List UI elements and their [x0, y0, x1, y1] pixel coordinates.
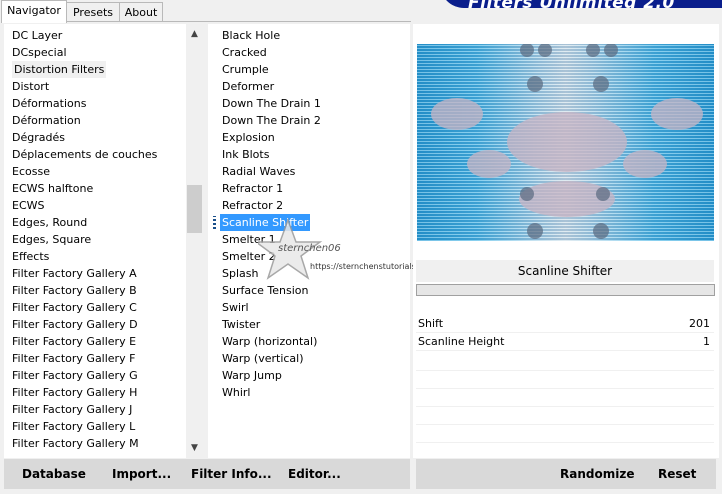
divider — [416, 388, 714, 389]
category-item[interactable]: Déformation — [12, 112, 81, 129]
filter-item[interactable]: Splash — [220, 265, 260, 282]
category-item[interactable]: Filter Factory Gallery B — [12, 282, 137, 299]
filter-item[interactable]: Down The Drain 1 — [220, 95, 323, 112]
category-item[interactable]: Filter Factory Gallery J — [12, 401, 132, 418]
filter-item[interactable]: Twister — [220, 316, 262, 333]
parameter-name: Shift — [418, 317, 444, 330]
category-item[interactable]: Ecosse — [12, 163, 50, 180]
tab-presets[interactable]: Presets — [66, 2, 120, 22]
divider — [416, 406, 714, 407]
category-item[interactable]: Distortion Filters — [12, 61, 107, 78]
filter-item[interactable]: Swirl — [220, 299, 251, 316]
filter-preview-image — [417, 44, 714, 241]
scroll-down-icon[interactable]: ▼ — [186, 440, 203, 457]
filter-item[interactable]: Radial Waves — [220, 163, 297, 180]
import-button[interactable]: Import... — [112, 463, 171, 485]
scroll-up-icon[interactable]: ▲ — [186, 26, 203, 43]
drag-handle-icon — [213, 216, 216, 229]
category-item[interactable]: Effects — [12, 248, 49, 265]
filter-item[interactable]: Warp (vertical) — [220, 350, 306, 367]
category-item[interactable]: DC Layer — [12, 27, 62, 44]
app-title: Filters Unlimited 2.0 — [468, 0, 675, 13]
filter-item[interactable]: Explosion — [220, 129, 277, 146]
editor-button[interactable]: Editor... — [288, 463, 341, 485]
randomize-button[interactable]: Randomize — [560, 463, 634, 485]
database-button[interactable]: Database — [22, 463, 86, 485]
reset-button[interactable]: Reset — [658, 463, 696, 485]
filter-item[interactable]: Deformer — [220, 78, 276, 95]
scrollbar-thumb[interactable] — [187, 185, 202, 233]
category-scrollbar[interactable]: ▲ ▼ — [186, 24, 203, 458]
progress-bar — [416, 284, 715, 296]
filter-item[interactable]: Warp Jump — [220, 367, 284, 384]
tab-navigator[interactable]: Navigator — [1, 0, 67, 23]
category-item[interactable]: Filter Factory Gallery F — [12, 350, 135, 367]
category-item[interactable]: Edges, Square — [12, 231, 91, 248]
category-item[interactable]: Filter Factory Gallery M — [12, 435, 139, 452]
category-item[interactable]: Filter Factory Gallery D — [12, 316, 138, 333]
category-list[interactable]: DC Layer DCspecial Distortion Filters Disto… — [4, 24, 186, 458]
filter-item[interactable]: Refractor 1 — [220, 180, 285, 197]
filter-item[interactable]: Warp (horizontal) — [220, 333, 319, 350]
parameter-name: Scanline Height — [418, 335, 505, 348]
filter-item[interactable]: Whirl — [220, 384, 252, 401]
category-item[interactable]: ECWS halftone — [12, 180, 93, 197]
category-item[interactable]: Filter Factory Gallery H — [12, 384, 137, 401]
category-item[interactable]: Filter Factory Gallery E — [12, 333, 136, 350]
watermark-name: sternchen06 — [278, 243, 341, 254]
filter-item[interactable]: Refractor 2 — [220, 197, 285, 214]
tab-about[interactable]: About — [119, 2, 163, 22]
category-item[interactable]: Edges, Round — [12, 214, 87, 231]
divider — [416, 370, 714, 371]
category-item[interactable]: Distort — [12, 78, 49, 95]
divider — [416, 424, 714, 425]
parameter-row-scanline-height[interactable]: Scanline Height 1 — [416, 333, 714, 351]
filter-info-button[interactable]: Filter Info... — [191, 463, 272, 485]
filter-item[interactable]: Down The Drain 2 — [220, 112, 323, 129]
category-item[interactable]: Dégradés — [12, 129, 65, 146]
category-item[interactable]: Filter Factory Gallery L — [12, 418, 135, 435]
category-item[interactable]: Déplacements de couches — [12, 146, 157, 163]
category-item[interactable]: Filter Factory Gallery C — [12, 299, 137, 316]
filter-item[interactable]: Black Hole — [220, 27, 282, 44]
category-item[interactable]: Déformations — [12, 95, 86, 112]
parameter-row-shift[interactable]: Shift 201 — [416, 315, 714, 333]
parameter-value[interactable]: 1 — [703, 333, 710, 350]
category-item[interactable]: DCspecial — [12, 44, 67, 61]
filter-item[interactable]: Cracked — [220, 44, 269, 61]
category-item[interactable]: Filter Factory Gallery A — [12, 265, 137, 282]
divider — [416, 442, 714, 443]
filter-item[interactable]: Crumple — [220, 61, 271, 78]
parameter-value[interactable]: 201 — [689, 315, 710, 332]
category-item[interactable]: Filter Factory Gallery G — [12, 367, 138, 384]
category-item[interactable]: ECWS — [12, 197, 45, 214]
filter-title: Scanline Shifter — [517, 264, 613, 278]
filter-item[interactable]: Ink Blots — [220, 146, 271, 163]
